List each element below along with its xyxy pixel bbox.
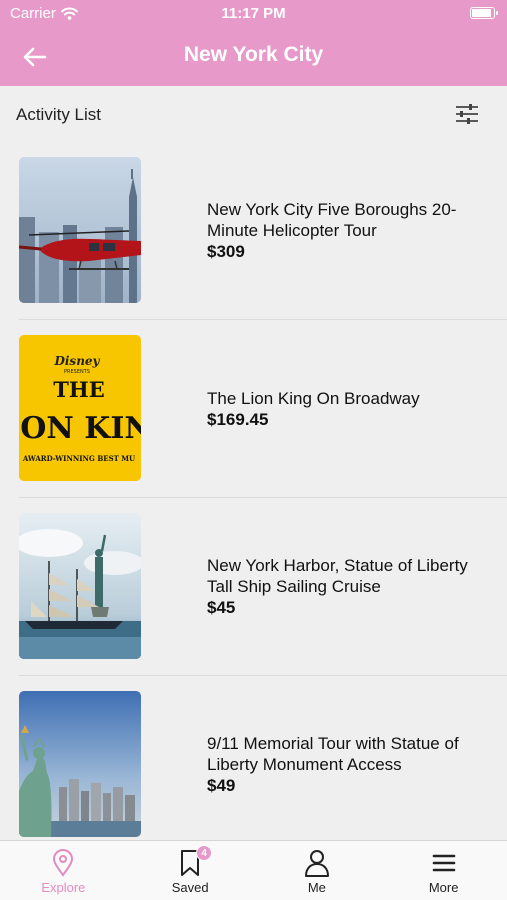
activity-info: New York Harbor, Statue of Liberty Tall … <box>207 498 497 675</box>
tab-label: More <box>428 880 459 895</box>
poster-title-line-2: ION KIN <box>19 411 141 446</box>
poster-tagline: AWARD-WINNING BEST MU <box>22 454 135 463</box>
map-pin-icon <box>53 849 74 877</box>
battery-icon <box>470 7 498 19</box>
tab-bar: Explore 4 Saved Me More <box>0 840 507 900</box>
poster-presents-text: PRESENTS <box>64 369 90 375</box>
activity-price: $309 <box>207 242 245 261</box>
tab-saved[interactable]: 4 Saved <box>127 841 254 900</box>
activity-info: New York City Five Boroughs 20-Minute He… <box>207 142 497 319</box>
activity-price: $45 <box>207 598 236 617</box>
activity-list: New York City Five Boroughs 20-Minute He… <box>0 142 507 840</box>
tab-explore[interactable]: Explore <box>0 841 127 900</box>
activity-item[interactable]: New York City Five Boroughs 20-Minute He… <box>18 142 507 320</box>
activity-item[interactable]: 9/11 Memorial Tour with Statue of Libert… <box>18 676 507 840</box>
tab-label: Explore <box>41 880 86 895</box>
navigation-bar: New York City <box>0 28 507 86</box>
menu-icon <box>432 854 455 872</box>
page-title: New York City <box>183 43 324 66</box>
activity-info: The Lion King On Broadway $169.45 <box>207 320 497 497</box>
tall-ship-cruise-image <box>19 513 141 659</box>
list-header: Activity List <box>0 86 507 142</box>
activity-name: 9/11 Memorial Tour with Statue of Libert… <box>207 734 459 774</box>
activity-name: New York City Five Boroughs 20-Minute He… <box>207 200 457 240</box>
poster-title-line-1: THE <box>53 377 104 402</box>
status-bar: Carrier 11:17 PM <box>0 0 507 28</box>
activity-item[interactable]: New York Harbor, Statue of Liberty Tall … <box>18 498 507 676</box>
list-title: Activity List <box>16 105 102 124</box>
activity-info: 9/11 Memorial Tour with Statue of Libert… <box>207 676 497 840</box>
person-icon <box>304 850 329 877</box>
tab-label: Me <box>307 880 326 895</box>
helicopter-tour-image <box>19 157 141 303</box>
activity-name: New York Harbor, Statue of Liberty Tall … <box>207 556 468 596</box>
activity-name: The Lion King On Broadway <box>207 388 420 408</box>
tab-me[interactable]: Me <box>254 841 381 900</box>
tab-more[interactable]: More <box>380 841 507 900</box>
tab-label: Saved <box>171 880 209 895</box>
activity-price: $169.45 <box>207 409 269 429</box>
poster-brand-text: Disney <box>53 354 100 368</box>
lion-king-poster-image: Disney PRESENTS THE ION KIN AWARD-WINNIN… <box>19 335 141 481</box>
statue-of-liberty-image <box>19 691 141 837</box>
activity-item[interactable]: Disney PRESENTS THE ION KIN AWARD-WINNIN… <box>18 320 507 498</box>
filter-sliders-icon <box>456 104 478 124</box>
status-time: 11:17 PM <box>221 5 286 22</box>
activity-price: $49 <box>207 776 236 795</box>
filter-button[interactable] <box>453 101 483 127</box>
saved-count-badge: 4 <box>196 845 213 861</box>
